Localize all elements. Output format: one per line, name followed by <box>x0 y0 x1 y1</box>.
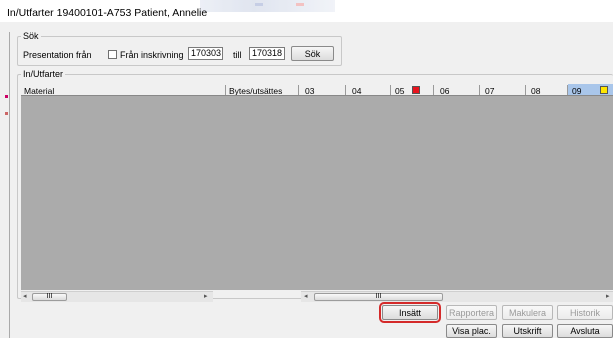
search-group-legend: Sök <box>21 31 41 41</box>
void-button[interactable]: Makulera <box>502 305 553 320</box>
lines-group-legend: In/Utfarter <box>21 69 66 79</box>
background-window-strip <box>200 0 335 12</box>
column-separator <box>525 85 526 95</box>
close-button[interactable]: Avsluta <box>557 324 613 338</box>
right-scroll-thumb[interactable]: III <box>314 293 443 301</box>
from-admission-label: Från inskrivning <box>120 50 184 60</box>
history-button[interactable]: Historik <box>557 305 613 320</box>
from-date-input[interactable]: 170303 <box>188 47 223 60</box>
scroll-right-arrow-icon[interactable]: ▸ <box>204 292 208 300</box>
red-flag-icon <box>412 86 420 94</box>
print-button[interactable]: Utskrift <box>502 324 553 338</box>
background-artifact <box>5 112 8 115</box>
scroll-left-arrow-icon[interactable]: ◂ <box>304 292 308 300</box>
frame-left-border <box>9 32 10 338</box>
presentation-label: Presentation från <box>23 50 92 60</box>
yellow-flag-icon <box>600 86 608 94</box>
column-separator <box>225 85 226 95</box>
scroll-right-arrow-icon[interactable]: ▸ <box>606 292 610 300</box>
column-separator <box>567 85 568 95</box>
to-date-input[interactable]: 170318 <box>249 47 285 60</box>
lines-grid-body[interactable] <box>21 96 613 290</box>
left-scroll-thumb[interactable]: III <box>32 293 67 301</box>
to-label: till <box>233 50 242 60</box>
scroll-left-arrow-icon[interactable]: ◂ <box>23 292 27 300</box>
from-admission-checkbox[interactable] <box>108 50 117 59</box>
insert-button[interactable]: Insätt <box>379 302 441 323</box>
search-button[interactable]: Sök <box>291 46 334 61</box>
column-separator <box>479 85 480 95</box>
column-separator <box>345 85 346 95</box>
report-button[interactable]: Rapportera <box>446 305 497 320</box>
window-title: In/Utfarter 19400101-A753 Patient, Annel… <box>7 7 208 19</box>
column-separator <box>433 85 434 95</box>
show-placement-button[interactable]: Visa plac. <box>446 324 497 338</box>
column-separator <box>390 85 391 95</box>
column-separator <box>298 85 299 95</box>
background-artifact <box>5 95 8 98</box>
